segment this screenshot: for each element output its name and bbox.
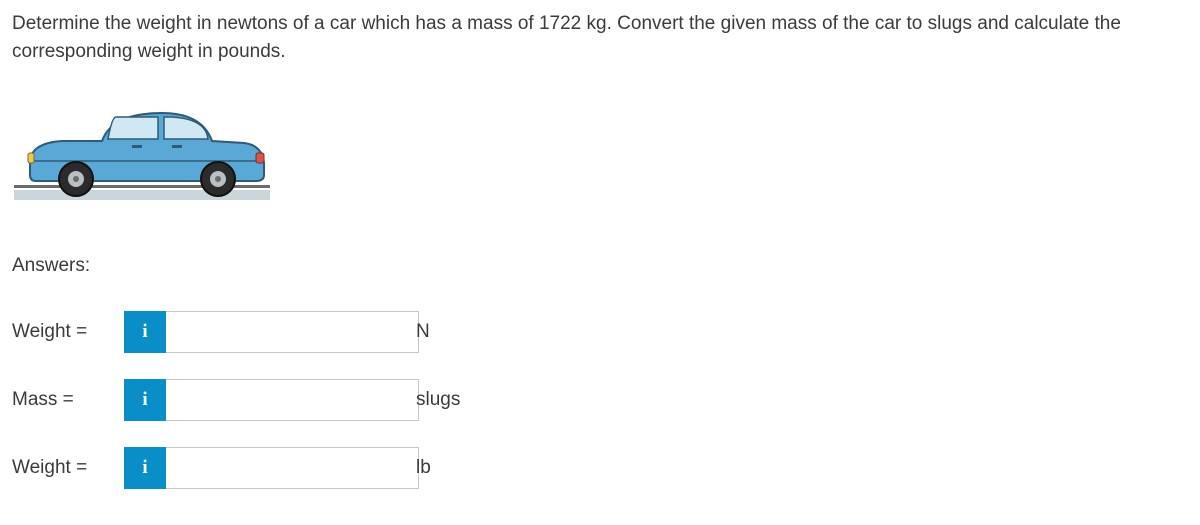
question-text: Determine the weight in newtons of a car…: [12, 10, 1188, 65]
answers-heading: Answers:: [12, 252, 1188, 280]
input-group-mass-slugs: i: [124, 379, 394, 421]
info-icon[interactable]: i: [124, 311, 166, 353]
input-mass-slugs[interactable]: [166, 379, 419, 421]
label-weight-n: Weight =: [12, 318, 124, 346]
label-weight-lb: Weight =: [12, 454, 124, 482]
info-icon[interactable]: i: [124, 447, 166, 489]
input-group-weight-n: i: [124, 311, 394, 353]
unit-mass-slugs: slugs: [416, 386, 460, 414]
label-mass-slugs: Mass =: [12, 386, 124, 414]
info-icon[interactable]: i: [124, 379, 166, 421]
input-group-weight-lb: i: [124, 447, 394, 489]
answer-row-mass-slugs: Mass = i slugs: [12, 379, 1188, 421]
unit-weight-lb: lb: [416, 454, 431, 482]
input-weight-lb[interactable]: [166, 447, 419, 489]
unit-weight-n: N: [416, 318, 430, 346]
answer-row-weight-lb: Weight = i lb: [12, 447, 1188, 489]
car-illustration: [12, 93, 272, 203]
input-weight-n[interactable]: [166, 311, 419, 353]
answer-row-weight-n: Weight = i N: [12, 311, 1188, 353]
